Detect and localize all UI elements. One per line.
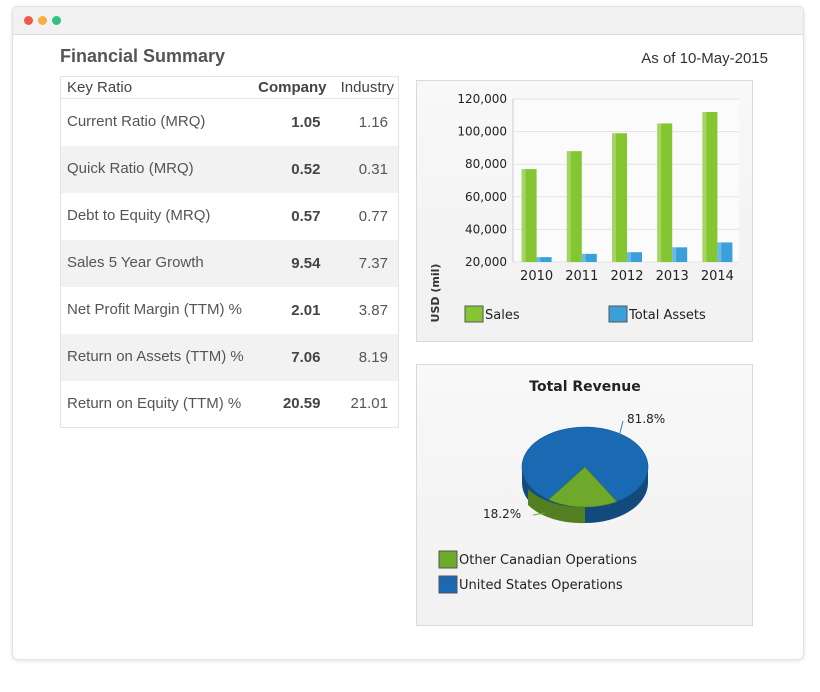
maximize-dot-icon[interactable]	[52, 16, 61, 25]
company-value: 20.59	[258, 380, 333, 428]
ratio-name: Return on Equity (TTM) %	[60, 380, 259, 428]
bar-highlight	[702, 112, 707, 262]
table-row: Return on Equity (TTM) % 20.59 21.01	[60, 380, 399, 428]
table-row: Sales 5 Year Growth 9.54 7.37	[60, 239, 399, 287]
x-tick-label: 2012	[610, 269, 643, 284]
bar-highlight	[672, 247, 677, 262]
y-tick-label: 120,000	[457, 92, 507, 106]
ratio-name: Quick Ratio (MRQ)	[60, 145, 259, 193]
as-of-date: As of 10-May-2015	[641, 50, 768, 67]
ratio-name: Net Profit Margin (TTM) %	[60, 286, 259, 334]
bar-highlight	[536, 257, 541, 262]
pie-label-united-states: 81.8%	[627, 412, 665, 426]
industry-value: 8.19	[332, 333, 399, 381]
sales-assets-chart-panel: 20,000 40,000 60,000 80,000 100,000 120,000 US…	[416, 80, 753, 342]
x-tick-label: 2014	[701, 269, 734, 284]
company-value: 0.52	[258, 145, 333, 193]
company-header: Company	[258, 76, 333, 99]
sales-assets-bar-chart: 20,000 40,000 60,000 80,000 100,000 120,000 US…	[429, 92, 739, 323]
minimize-dot-icon[interactable]	[38, 16, 47, 25]
bar-highlight	[581, 253, 586, 262]
x-tick-label: 2010	[520, 269, 553, 284]
ratio-name: Sales 5 Year Growth	[60, 239, 259, 287]
total-revenue-chart-panel: Total Revenue 81.8% 18.2% Other Canadian Op…	[416, 364, 753, 626]
table-header-row: Key Ratio Company Industry	[60, 76, 399, 99]
ratio-name: Debt to Equity (MRQ)	[60, 192, 259, 240]
total-assets-legend-swatch	[608, 305, 628, 323]
industry-value: 3.87	[332, 286, 399, 334]
industry-value: 21.01	[332, 380, 399, 428]
bar-highlight	[566, 151, 571, 262]
x-tick-label: 2011	[565, 269, 598, 284]
industry-value: 1.16	[332, 98, 399, 146]
sales-legend-swatch	[464, 305, 484, 323]
y-tick-label: 20,000	[465, 255, 507, 269]
company-value: 1.05	[258, 98, 333, 146]
ratio-name: Return on Assets (TTM) %	[60, 333, 259, 381]
united-states-legend-label: United States Operations	[459, 578, 623, 593]
table-row: Net Profit Margin (TTM) % 2.01 3.87	[60, 286, 399, 334]
company-value: 2.01	[258, 286, 333, 334]
total-assets-legend-label: Total Assets	[628, 308, 706, 323]
table-row: Quick Ratio (MRQ) 0.52 0.31	[60, 145, 399, 193]
table-row: Current Ratio (MRQ) 1.05 1.16	[60, 98, 399, 146]
y-tick-label: 80,000	[465, 157, 507, 171]
bar-highlight	[627, 252, 631, 262]
table-row: Return on Assets (TTM) % 7.06 8.19	[60, 333, 399, 381]
key-ratio-table: Key Ratio Company Industry Current Ratio…	[60, 76, 399, 428]
page-title: Financial Summary	[60, 46, 226, 66]
y-tick-label: 60,000	[465, 190, 507, 204]
bar-highlight	[612, 133, 616, 262]
y-tick-label: 100,000	[457, 125, 507, 139]
bar-highlight	[717, 242, 722, 262]
close-dot-icon[interactable]	[24, 16, 33, 25]
united-states-legend-swatch	[438, 575, 458, 594]
window-titlebar	[13, 7, 803, 35]
total-revenue-pie-chart: Total Revenue 81.8% 18.2% Other Canadian Op…	[438, 379, 665, 594]
y-tick-label: 40,000	[465, 222, 507, 236]
industry-value: 0.31	[332, 145, 399, 193]
bar-highlight	[521, 169, 526, 262]
ratio-name: Current Ratio (MRQ)	[60, 98, 259, 146]
key-ratio-header: Key Ratio	[60, 76, 259, 99]
industry-value: 0.77	[332, 192, 399, 240]
other-canadian-legend-label: Other Canadian Operations	[459, 553, 637, 568]
industry-value: 7.37	[332, 239, 399, 287]
company-value: 7.06	[258, 333, 333, 381]
pie-label-other-canadian: 18.2%	[483, 507, 521, 521]
company-value: 9.54	[258, 239, 333, 287]
table-row: Debt to Equity (MRQ) 0.57 0.77	[60, 192, 399, 240]
bar-highlight	[657, 123, 662, 262]
industry-header: Industry	[332, 76, 399, 99]
sales-legend-label: Sales	[485, 308, 520, 323]
pie-title: Total Revenue	[529, 379, 640, 395]
other-canadian-legend-swatch	[438, 550, 458, 569]
y-axis-label: USD (mil)	[429, 264, 442, 323]
company-value: 0.57	[258, 192, 333, 240]
x-tick-label: 2013	[656, 269, 689, 284]
